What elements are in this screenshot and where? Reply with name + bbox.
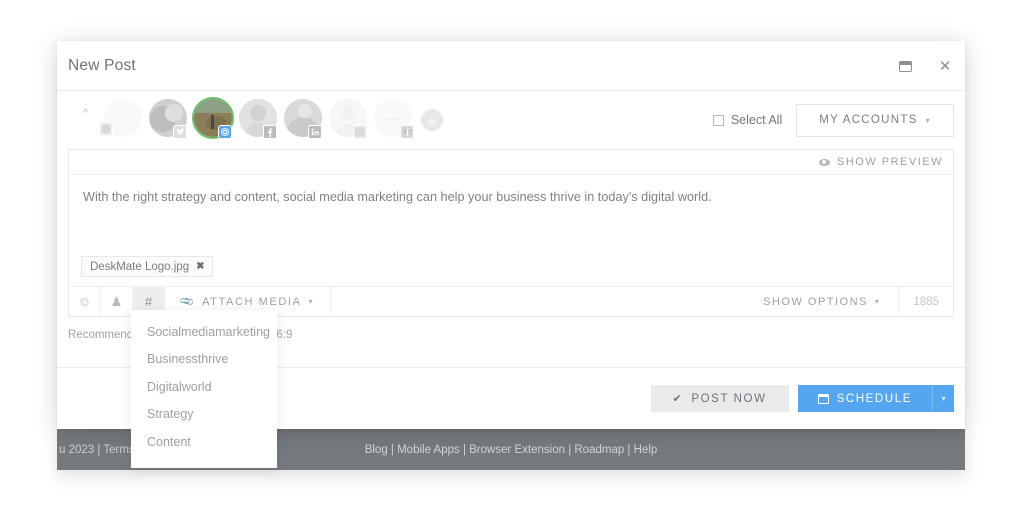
account-avatar-facebook[interactable] bbox=[237, 98, 282, 142]
list-item[interactable]: Digitalworld bbox=[131, 373, 277, 401]
schedule-dropdown-toggle[interactable]: ▾ bbox=[932, 385, 954, 412]
attachment-chip[interactable]: DeskMate Logo.jpg ✖ bbox=[81, 256, 214, 277]
chevron-down-icon: ▾ bbox=[308, 297, 315, 306]
pinterest-badge-icon bbox=[353, 125, 367, 139]
linkedin-badge-icon bbox=[308, 125, 322, 139]
page-title: New Post bbox=[68, 56, 136, 74]
footer-left-text: u 2023 | Terms bbox=[59, 443, 135, 456]
account-avatar-google[interactable] bbox=[372, 98, 417, 142]
character-counter: 1885 bbox=[898, 287, 953, 316]
accounts-right-controls: Select All MY ACCOUNTS ▾ bbox=[712, 103, 954, 137]
checkbox-box bbox=[712, 114, 724, 126]
show-options-label: SHOW OPTIONS bbox=[763, 295, 868, 308]
post-now-label: POST NOW bbox=[691, 392, 767, 405]
check-icon: ✔ bbox=[672, 393, 684, 405]
post-now-button[interactable]: ✔ POST NOW bbox=[650, 385, 789, 412]
account-avatar-instagram-1[interactable] bbox=[99, 98, 147, 142]
emoji-icon[interactable]: ☺ bbox=[69, 287, 101, 316]
paperclip-icon: 📎 bbox=[179, 292, 197, 311]
list-item[interactable]: Strategy bbox=[131, 401, 277, 429]
chevron-down-icon: ▾ bbox=[925, 115, 931, 125]
instagram-badge-icon bbox=[99, 122, 113, 136]
show-preview-bar[interactable]: SHOW PREVIEW bbox=[69, 150, 953, 175]
twitter-badge-icon bbox=[173, 125, 187, 139]
remove-attachment-icon[interactable]: ✖ bbox=[196, 261, 204, 272]
select-all-checkbox[interactable]: Select All bbox=[712, 113, 783, 127]
schedule-button-group: SCHEDULE ▾ bbox=[797, 385, 954, 412]
account-avatar-twitter[interactable] bbox=[147, 98, 192, 142]
instagram-badge-icon bbox=[218, 125, 232, 139]
facebook-badge-icon bbox=[263, 125, 277, 139]
select-all-label: Select All bbox=[730, 113, 783, 127]
screenshot-canvas: u 2023 | Terms Blog | Mobile Apps | Brow… bbox=[0, 0, 1024, 515]
account-avatar-pinterest[interactable] bbox=[327, 98, 372, 142]
calendar-icon bbox=[817, 393, 829, 404]
schedule-button[interactable]: SCHEDULE bbox=[797, 385, 932, 412]
attachment-row: DeskMate Logo.jpg ✖ bbox=[69, 250, 953, 286]
list-item[interactable]: Content bbox=[131, 428, 277, 456]
footer-links[interactable]: Blog | Mobile Apps | Browser Extension |… bbox=[365, 444, 658, 456]
show-options-button[interactable]: SHOW OPTIONS ▾ bbox=[745, 287, 898, 316]
accounts-row: ^ + Select All MY ACCOUNTS ▾ bbox=[57, 91, 965, 149]
attach-media-label: ATTACH MEDIA bbox=[202, 295, 302, 308]
post-composer: SHOW PREVIEW With the right strategy and… bbox=[68, 149, 954, 317]
account-avatars: + bbox=[99, 97, 443, 142]
schedule-label: SCHEDULE bbox=[836, 392, 912, 405]
attachment-filename: DeskMate Logo.jpg bbox=[90, 260, 190, 273]
add-account-button[interactable]: + bbox=[421, 109, 443, 131]
list-item[interactable]: Businessthrive bbox=[131, 346, 277, 374]
account-avatar-linkedin[interactable] bbox=[282, 98, 327, 142]
my-accounts-button[interactable]: MY ACCOUNTS ▾ bbox=[796, 103, 954, 137]
eye-icon bbox=[818, 158, 830, 166]
my-accounts-label: MY ACCOUNTS bbox=[819, 114, 918, 126]
show-preview-label: SHOW PREVIEW bbox=[836, 156, 943, 168]
account-avatar-instagram-2-selected[interactable] bbox=[192, 97, 237, 142]
toolbar-right: SHOW OPTIONS ▾ 1885 bbox=[745, 287, 953, 316]
chevron-down-icon: ▾ bbox=[874, 297, 881, 306]
ai-assistant-icon[interactable]: ♟ bbox=[101, 287, 133, 316]
post-text-area[interactable]: With the right strategy and content, soc… bbox=[69, 175, 953, 250]
restore-window-icon[interactable] bbox=[895, 56, 915, 76]
hashtag-suggestions-dropdown: Socialmediamarketing Businessthrive Digi… bbox=[131, 310, 277, 468]
window-controls: ✕ bbox=[895, 41, 955, 91]
google-badge-icon bbox=[400, 125, 414, 139]
list-item[interactable]: Socialmediamarketing bbox=[131, 318, 277, 346]
chevron-up-icon[interactable]: ^ bbox=[83, 107, 97, 119]
modal-header: New Post ✕ bbox=[57, 41, 965, 91]
close-icon[interactable]: ✕ bbox=[935, 56, 955, 76]
